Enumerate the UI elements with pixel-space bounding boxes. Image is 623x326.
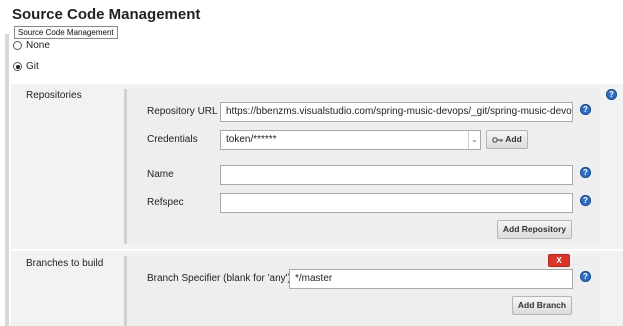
add-branch-button[interactable]: Add Branch <box>512 296 572 315</box>
name-label: Name <box>147 169 174 180</box>
radio-git[interactable] <box>13 62 22 71</box>
credentials-selected-value: token/****** <box>226 134 277 145</box>
credentials-select[interactable]: token/****** ⌄ <box>220 130 481 150</box>
dropdown-arrow-icon[interactable]: ⌄ <box>468 131 480 149</box>
branches-label: Branches to build <box>26 258 104 269</box>
key-icon <box>492 136 504 143</box>
refspec-input[interactable] <box>220 193 573 213</box>
add-credentials-label: Add <box>505 134 522 144</box>
radio-none-label: None <box>26 40 50 51</box>
credentials-label: Credentials <box>147 134 198 145</box>
help-icon[interactable]: ? <box>580 104 591 115</box>
radio-none[interactable] <box>13 41 22 50</box>
branch-box <box>124 256 599 326</box>
help-icon[interactable]: ? <box>580 271 591 282</box>
help-icon[interactable]: ? <box>580 167 591 178</box>
radio-git-label: Git <box>26 61 39 72</box>
page-title: Source Code Management <box>12 6 201 23</box>
refspec-label: Refspec <box>147 197 184 208</box>
branch-specifier-label: Branch Specifier (blank for 'any') <box>147 273 291 284</box>
radio-option-git[interactable]: Git <box>13 61 39 72</box>
add-repository-button[interactable]: Add Repository <box>497 220 572 239</box>
section-indent-bar <box>5 34 9 326</box>
delete-branch-button[interactable]: X <box>548 254 570 267</box>
tooltip: Source Code Management <box>14 26 118 39</box>
help-icon[interactable]: ? <box>580 195 591 206</box>
add-credentials-button[interactable]: Add <box>486 130 528 149</box>
repository-url-label: Repository URL <box>147 106 218 117</box>
help-icon[interactable]: ? <box>606 89 617 100</box>
branch-specifier-input[interactable]: */master <box>289 269 573 289</box>
repositories-label: Repositories <box>26 90 82 101</box>
radio-option-none[interactable]: None <box>13 40 50 51</box>
name-input[interactable] <box>220 165 573 185</box>
repository-url-input[interactable]: https://bbenzms.visualstudio.com/spring-… <box>220 102 573 122</box>
